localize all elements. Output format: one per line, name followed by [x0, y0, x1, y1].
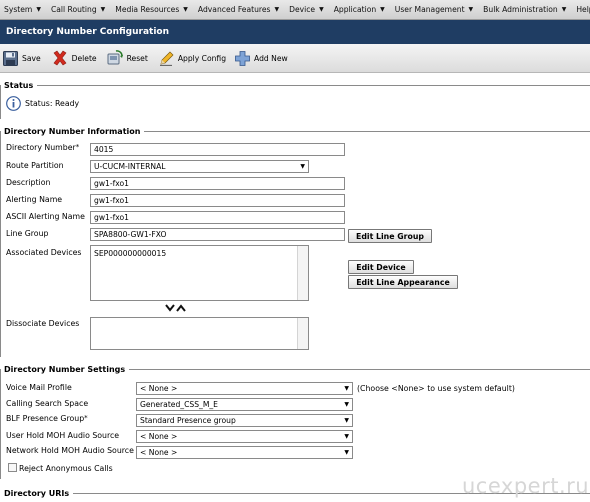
section-divider	[129, 368, 590, 370]
caret-down-icon: ▼	[380, 6, 385, 13]
section-border	[0, 369, 1, 479]
floppy-disk-icon	[3, 50, 18, 66]
alerting-name-field[interactable]: gw1-fxo1	[90, 194, 345, 207]
route-partition-select[interactable]: U-CUCM-INTERNAL ▼	[90, 160, 309, 173]
edit-device-button[interactable]: Edit Device	[348, 260, 414, 274]
section-title: Directory URIs	[0, 488, 74, 498]
network-hold-moh-label: Network Hold MOH Audio Source	[6, 446, 134, 455]
dn-settings-section-header: Directory Number Settings	[0, 364, 590, 374]
menu-bulk-administration[interactable]: Bulk Administration ▼	[479, 0, 572, 19]
status-text: Status: Ready	[25, 99, 80, 108]
menu-help[interactable]: Help▼	[572, 0, 590, 19]
info-icon	[6, 96, 21, 111]
dropdown-arrow-icon: ▼	[300, 163, 305, 170]
save-button[interactable]: Save	[3, 44, 41, 73]
edit-line-appearance-button[interactable]: Edit Line Appearance	[348, 275, 458, 289]
page-title: Directory Number Configuration	[0, 20, 590, 44]
caret-down-icon: ▼	[561, 6, 567, 13]
ascii-alerting-name-label: ASCII Alerting Name	[6, 212, 85, 221]
reset-button[interactable]: Reset	[107, 44, 148, 73]
menu-application[interactable]: Application ▼	[330, 0, 391, 19]
toolbar: Save Delete Reset Apply Config Add New	[0, 44, 590, 73]
description-label: Description	[6, 178, 51, 187]
calling-search-space-label: Calling Search Space	[6, 399, 89, 408]
blf-presence-group-select[interactable]: Standard Presence group ▼	[136, 414, 353, 427]
dn-info-section-header: Directory Number Information	[0, 126, 590, 136]
description-field[interactable]: gw1-fxo1	[90, 177, 345, 190]
directory-number-label: Directory Number*	[6, 143, 80, 152]
delete-button[interactable]: Delete	[52, 44, 97, 73]
network-hold-moh-select[interactable]: < None > ▼	[136, 446, 353, 459]
status-section-header: Status	[0, 80, 590, 90]
section-title: Status	[0, 80, 38, 90]
delete-x-icon	[53, 50, 67, 66]
dropdown-arrow-icon: ▼	[344, 401, 349, 408]
route-partition-label: Route Partition	[6, 161, 64, 170]
menu-media-resources[interactable]: Media Resources ▼	[111, 0, 194, 19]
line-group-label: Line Group	[6, 229, 49, 238]
menu-user-management[interactable]: User Management ▼	[391, 0, 479, 19]
user-hold-moh-label: User Hold MOH Audio Source	[6, 431, 120, 440]
dissociate-devices-list[interactable]	[90, 317, 309, 350]
section-border	[0, 85, 1, 119]
section-title: Directory Number Information	[0, 126, 145, 136]
dropdown-arrow-icon: ▼	[344, 417, 349, 424]
move-up-arrow-icon[interactable]	[176, 304, 186, 312]
reject-anonymous-label: Reject Anonymous Calls	[19, 464, 113, 473]
blf-presence-group-label: BLF Presence Group*	[6, 414, 88, 423]
caret-down-icon: ▼	[100, 6, 106, 13]
reject-anonymous-checkbox[interactable]	[8, 463, 17, 472]
menu-advanced-features[interactable]: Advanced Features ▼	[194, 0, 285, 19]
alerting-name-label: Alerting Name	[6, 195, 63, 204]
dropdown-arrow-icon: ▼	[344, 449, 349, 456]
reset-icon	[107, 50, 123, 65]
caret-down-icon: ▼	[36, 6, 41, 13]
dropdown-arrow-icon: ▼	[344, 385, 349, 392]
add-new-button[interactable]: Add New	[235, 44, 288, 73]
scrollbar[interactable]	[297, 318, 308, 349]
voice-mail-profile-select[interactable]: < None > ▼	[136, 382, 353, 395]
voice-mail-profile-hint: (Choose <None> to use system default)	[357, 384, 515, 393]
apply-config-button[interactable]: Apply Config	[159, 44, 226, 73]
menu-system[interactable]: System ▼	[0, 0, 47, 19]
ascii-alerting-name-field[interactable]: gw1-fxo1	[90, 211, 345, 224]
line-group-field[interactable]: SPA8800-GW1-FXO	[90, 228, 345, 241]
calling-search-space-select[interactable]: Generated_CSS_M_E ▼	[136, 398, 353, 411]
menu-device[interactable]: Device ▼	[285, 0, 330, 19]
watermark: ucexpert.ru	[462, 474, 590, 498]
caret-down-icon: ▼	[468, 6, 474, 13]
user-hold-moh-select[interactable]: < None > ▼	[136, 430, 353, 443]
associated-devices-list[interactable]: SEP000000000015	[90, 245, 309, 301]
section-divider	[37, 84, 590, 86]
voice-mail-profile-label: Voice Mail Profile	[6, 383, 72, 392]
top-menu-bar: System ▼ Call Routing ▼ Media Resources ▼ A…	[0, 0, 590, 20]
section-border	[0, 131, 1, 357]
list-item[interactable]: SEP000000000015	[94, 249, 305, 258]
caret-down-icon: ▼	[274, 6, 280, 13]
directory-number-field[interactable]: 4015	[90, 143, 345, 156]
caret-down-icon: ▼	[183, 6, 188, 13]
edit-line-group-button[interactable]: Edit Line Group	[348, 229, 432, 243]
section-title: Directory Number Settings	[0, 364, 130, 374]
add-plus-icon	[235, 50, 250, 66]
caret-down-icon: ▼	[319, 6, 324, 13]
pencil-icon	[159, 51, 174, 66]
move-down-arrow-icon[interactable]	[165, 304, 175, 312]
dropdown-arrow-icon: ▼	[344, 433, 349, 440]
associated-devices-label: Associated Devices	[6, 248, 82, 257]
menu-call-routing[interactable]: Call Routing ▼	[47, 0, 111, 19]
scrollbar[interactable]	[297, 246, 308, 300]
section-divider	[144, 130, 590, 132]
dissociate-devices-label: Dissociate Devices	[6, 319, 80, 328]
